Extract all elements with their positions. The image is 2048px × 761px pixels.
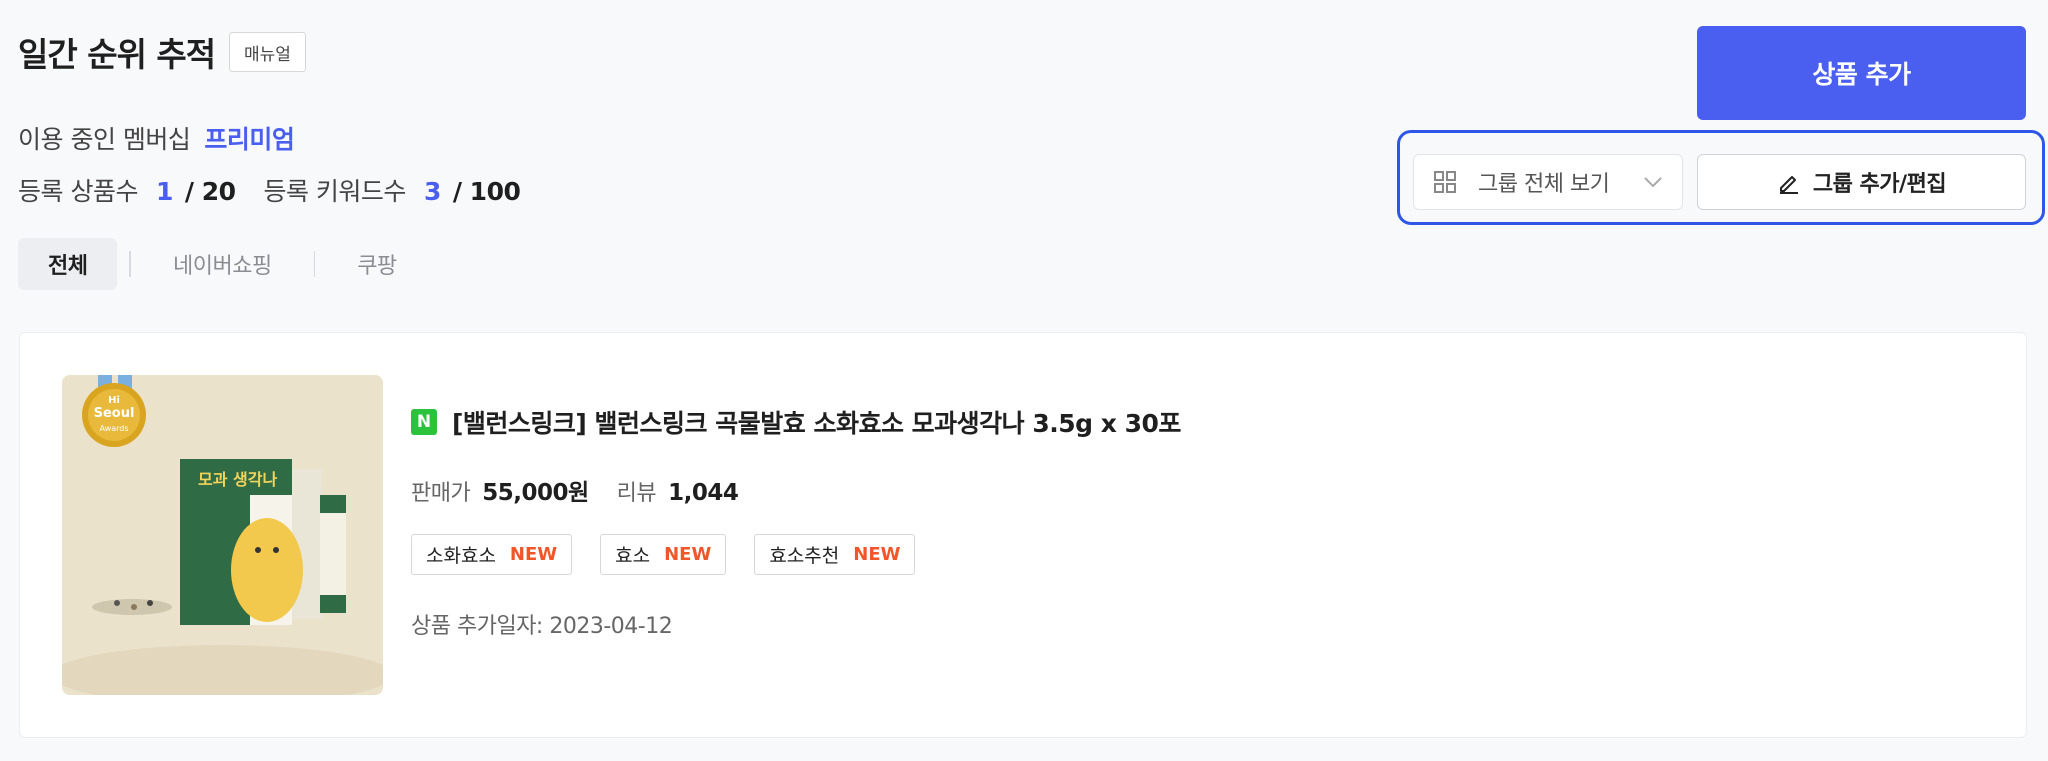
product-title[interactable]: [밸런스링크] 밸런스링크 곡물발효 소화효소 모과생각나 3.5g x 30포 <box>452 404 1181 440</box>
product-max: / 20 <box>184 177 236 206</box>
keyword-chip[interactable]: 효소 NEW <box>600 534 727 575</box>
page-title: 일간 순위 추적 <box>18 35 216 74</box>
naver-store-badge: N <box>411 409 437 435</box>
tab-naver-shopping[interactable]: 네이버쇼핑 <box>143 238 302 290</box>
tab-all[interactable]: 전체 <box>18 238 118 290</box>
grid-icon <box>1434 171 1456 193</box>
membership-label: 이용 중인 멤버십 <box>18 125 191 154</box>
membership-info: 이용 중인 멤버십 프리미엄 <box>18 120 295 156</box>
group-select[interactable]: 그룹 전체 보기 <box>1413 154 1683 210</box>
group-edit-button[interactable]: 그룹 추가/편집 <box>1697 154 2026 210</box>
added-date: 상품 추가일자: 2023-04-12 <box>411 614 673 639</box>
registration-counts: 등록 상품수 1 / 20 등록 키워드수 3 / 100 <box>18 172 548 208</box>
new-badge: NEW <box>664 544 712 565</box>
keyword-chip[interactable]: 효소추천 NEW <box>754 534 916 575</box>
price-review-row: 판매가 55,000원 리뷰 1,044 <box>411 473 766 507</box>
keyword-list: 소화효소 NEW 효소 NEW 효소추천 NEW <box>411 534 916 575</box>
keyword-max: / 100 <box>452 177 521 206</box>
product-count: 1 <box>155 177 173 206</box>
add-product-button[interactable]: 상품 추가 <box>1697 26 2026 120</box>
svg-text:Seoul: Seoul <box>94 406 135 421</box>
tab-divider <box>313 251 316 277</box>
new-badge: NEW <box>509 544 558 565</box>
product-image-art: Hi Seoul Awards 모과 생각나 <box>62 375 383 695</box>
membership-tier: 프리미엄 <box>204 125 295 154</box>
keyword-count: 3 <box>423 177 441 206</box>
keyword-count-label: 등록 키워드수 <box>263 177 406 206</box>
manual-button[interactable]: 매뉴얼 <box>229 32 306 72</box>
tab-divider <box>129 251 131 277</box>
svg-text:Hi: Hi <box>108 395 120 406</box>
keyword-text: 효소 <box>615 545 651 567</box>
product-image[interactable]: Hi Seoul Awards 모과 생각나 <box>62 375 383 695</box>
group-edit-label: 그룹 추가/편집 <box>1812 172 1947 197</box>
review-label: 리뷰 <box>616 481 657 506</box>
product-count-label: 등록 상품수 <box>18 177 138 206</box>
svg-text:Awards: Awards <box>100 424 129 433</box>
keyword-text: 소화효소 <box>426 545 496 567</box>
review-count: 1,044 <box>668 480 739 506</box>
price-label: 판매가 <box>411 481 471 506</box>
price-value: 55,000원 <box>482 480 589 506</box>
group-select-value: 그룹 전체 보기 <box>1478 172 1610 197</box>
keyword-text: 효소추천 <box>769 545 840 567</box>
svg-text:모과 생각나: 모과 생각나 <box>198 470 277 489</box>
tab-coupang[interactable]: 쿠팡 <box>327 238 426 290</box>
pencil-icon <box>1779 176 1798 194</box>
keyword-chip[interactable]: 소화효소 NEW <box>411 534 573 575</box>
chevron-down-icon <box>1644 177 1662 188</box>
new-badge: NEW <box>853 544 901 565</box>
channel-tabs: 전체 네이버쇼핑 쿠팡 <box>18 238 427 290</box>
